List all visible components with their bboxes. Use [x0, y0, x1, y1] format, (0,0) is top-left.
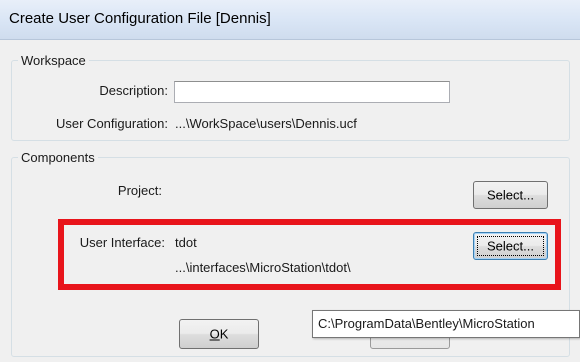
project-label: Project: — [117, 183, 162, 198]
ok-accelerator: O — [209, 326, 220, 342]
description-label: Description: — [99, 83, 168, 98]
user-interface-select-button[interactable]: Select... — [473, 232, 548, 260]
workspace-group-title: Workspace — [21, 53, 86, 68]
ok-button[interactable]: OK — [179, 319, 259, 349]
components-group-title: Components — [21, 150, 95, 165]
tooltip-text: C:\ProgramData\Bentley\MicroStation — [318, 316, 535, 331]
path-tooltip: C:\ProgramData\Bentley\MicroStation — [312, 310, 580, 338]
user-interface-value: tdot — [175, 235, 197, 250]
user-interface-label: User Interface: — [79, 235, 165, 250]
dialog-title: Create User Configuration File [Dennis] — [9, 10, 271, 27]
dialog-window: Create User Configuration File [Dennis] … — [0, 0, 580, 362]
user-configuration-label: User Configuration: — [56, 116, 168, 131]
project-select-label: Select... — [487, 187, 534, 203]
project-select-button[interactable]: Select... — [473, 181, 548, 209]
description-input[interactable] — [174, 81, 450, 103]
user-interface-path: ...\interfaces\MicroStation\tdot\ — [175, 260, 351, 275]
dialog-body: Workspace Description: User Configuratio… — [0, 40, 580, 362]
user-configuration-value: ...\WorkSpace\users\Dennis.ucf — [175, 116, 357, 131]
title-bar[interactable]: Create User Configuration File [Dennis] — [0, 0, 580, 40]
user-interface-select-label: Select... — [487, 238, 534, 254]
ok-label: OK — [180, 327, 258, 342]
ok-label-rest: K — [219, 326, 229, 342]
